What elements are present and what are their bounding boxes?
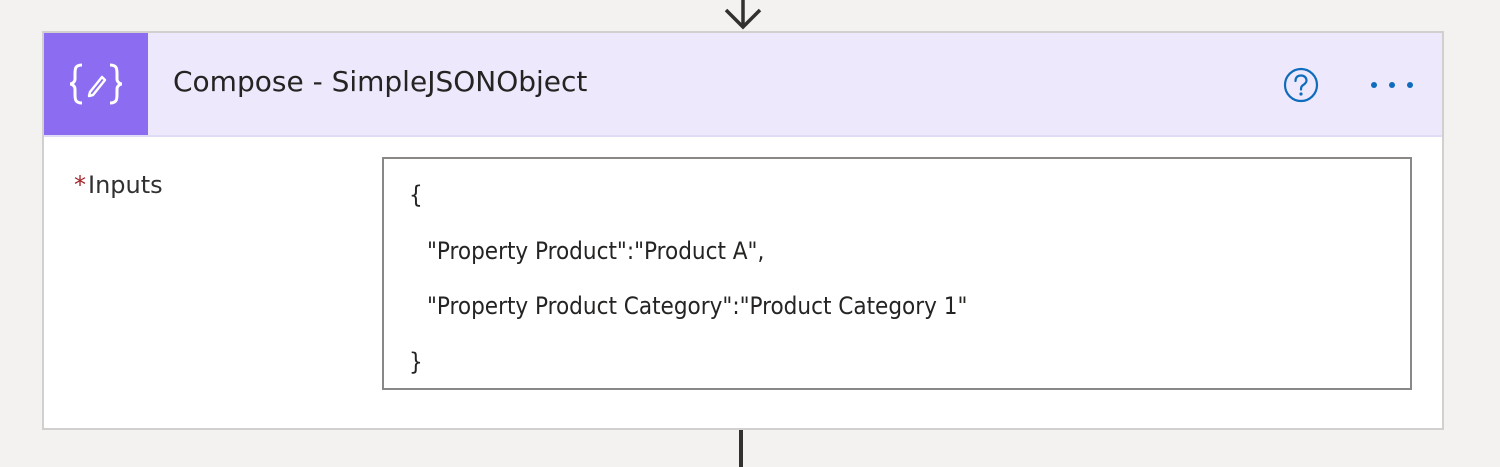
inputs-label: *Inputs (74, 171, 163, 199)
action-title[interactable]: Compose - SimpleJSONObject (173, 65, 587, 98)
inputs-line: "Property Product":"Product A", (427, 237, 765, 265)
action-header[interactable]: Compose - SimpleJSONObject (44, 33, 1442, 137)
help-circle-icon (1283, 67, 1319, 103)
compose-braces-icon (44, 33, 148, 135)
inputs-field[interactable]: { "Property Product":"Product A", "Prope… (382, 157, 1412, 390)
inputs-label-text: Inputs (88, 171, 163, 199)
more-options-button[interactable] (1362, 65, 1422, 105)
connector-line (739, 430, 743, 467)
ellipsis-icon (1371, 82, 1413, 88)
compose-action-card[interactable]: Compose - SimpleJSONObject *Inputs { "Pr… (42, 31, 1444, 430)
required-marker: * (74, 171, 86, 199)
inputs-line: { (409, 181, 423, 209)
inputs-line: } (409, 348, 423, 376)
inputs-line: "Property Product Category":"Product Cat… (427, 292, 968, 320)
help-button[interactable] (1281, 65, 1321, 105)
connector-arrow-down-icon (724, 0, 762, 30)
